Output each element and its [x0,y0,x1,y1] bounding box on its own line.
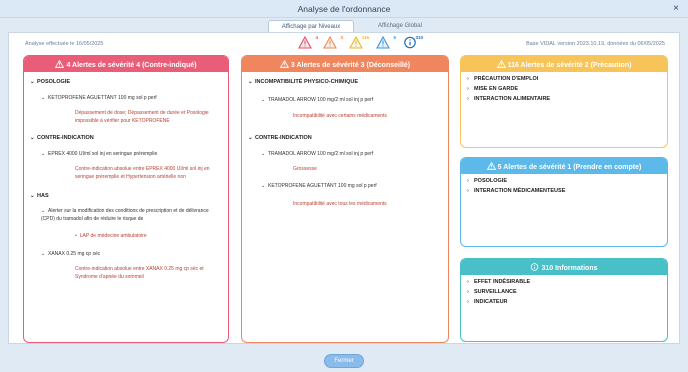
warning-icon [279,59,289,68]
alert-count-badge: 5 [393,35,396,40]
chevron-down-icon: ⌄ [30,135,35,141]
information-title: 310 Informations [541,264,598,272]
chevron-down-icon: ⌄ [41,208,46,214]
chevron-right-icon: › [467,76,469,82]
information-header: 310 Informations [461,259,667,275]
vidal-version: Base VIDAL version 2023.10.19, données d… [526,41,665,47]
item-effet-indesirable[interactable]: › EFFET INDÉSIRABLE [467,279,530,285]
drug-tramadol-2[interactable]: ⌄ TRAMADOL ARROW 100 mg/2 ml sol inj p pe… [261,151,373,157]
warning-icon-blue[interactable]: 5 [376,35,396,49]
severity-1-header: 5 Alertes de sévérité 1 (Prendre en comp… [461,158,667,174]
section-contre-indication-2[interactable]: ⌄ CONTRE-INDICATION [248,135,312,141]
title-bar: Analyse de l'ordonnance × [0,0,688,18]
severity-4-header: 4 Alertes de sévérité 4 (Contre-indiqué) [24,56,228,72]
chevron-down-icon: ⌄ [248,79,253,85]
alert-tramadol-incompat: Incompatibilité avec certains médicament… [293,113,387,119]
severity-1-panel: 5 Alertes de sévérité 1 (Prendre en comp… [460,157,668,247]
close-icon[interactable]: × [673,3,679,14]
item-indicateur[interactable]: › INDICATEUR [467,299,508,305]
info-icon [531,262,539,271]
severity-4-title: 4 Alertes de sévérité 4 (Contre-indiqué) [66,61,197,69]
severity-2-title: 116 Alertes de sévérité 2 (Précaution) [507,61,632,69]
section-has[interactable]: ⌄ HAS [30,193,49,199]
chevron-right-icon: › [467,86,469,92]
chevron-down-icon: ⌄ [248,135,253,141]
alert-count-badge: 310 [415,35,423,40]
close-button[interactable]: Fermer [324,354,364,368]
item-interaction-alimentaire[interactable]: › INTERACTION ALIMENTAIRE [467,96,550,102]
lap-ambulatoire[interactable]: LAP de médecine ambulatoire [75,233,147,239]
severity-1-title: 5 Alertes de sévérité 1 (Prendre en comp… [497,163,642,171]
alert-count-badge: 116 [361,35,369,40]
item-posologie[interactable]: › POSOLOGIE [467,178,507,184]
chevron-right-icon: › [467,188,469,194]
window-title: Analyse de l'ordonnance [297,4,391,14]
severity-2-panel: 116 Alertes de sévérité 2 (Précaution) ›… [460,55,668,148]
severity-3-title: 3 Alertes de sévérité 3 (Déconseillé) [290,61,411,69]
chevron-down-icon: ⌄ [261,151,266,157]
has-tramadol-cpd[interactable]: ⌄ Alerter sur la modification des conditi… [41,208,221,223]
chevron-right-icon: › [467,299,469,305]
drug-ketoprofene-p2[interactable]: ⌄ KETOPROFENE AGUETTANT 100 mg sol p perf [261,183,377,189]
chevron-down-icon: ⌄ [261,97,266,103]
warning-icon-red[interactable]: 4 [298,35,318,49]
item-surveillance[interactable]: › SURVEILLANCE [467,289,517,295]
alert-grossesse: Grossesse [293,166,317,172]
warning-icon [496,59,506,68]
alert-count-badge: 4 [315,35,318,40]
warning-icon-orange[interactable]: 3 [323,35,343,49]
drug-ketoprofene-p1[interactable]: ⌄ KETOPROFENE AGUETTANT 100 mg sol p perf [41,95,157,101]
item-precaution[interactable]: › PRÉCAUTION D'EMPLOI [467,76,538,82]
alert-eprex: Contre-indication absolue entre EPREX 40… [75,166,210,180]
chevron-down-icon: ⌄ [30,79,35,85]
chevron-down-icon: ⌄ [261,183,266,189]
item-mise-en-garde[interactable]: › MISE EN GARDE [467,86,518,92]
drug-xanax[interactable]: ⌄ XANAX 0.25 mg cp séc [41,251,100,257]
analysis-content: Analyse effectuée le 16/05/2025 Base VID… [8,32,680,344]
alert-ketoprofene-incompat: Incompatibilité avec tous les médicament… [293,201,387,207]
item-interaction-medicamenteuse[interactable]: › INTERACTION MÉDICAMENTEUSE [467,188,565,194]
chevron-down-icon: ⌄ [41,151,46,157]
information-panel: 310 Informations › EFFET INDÉSIRABLE › SUR… [460,258,668,342]
chevron-right-icon: › [467,178,469,184]
chevron-down-icon: ⌄ [41,95,46,101]
severity-3-panel: 3 Alertes de sévérité 3 (Déconseillé) ⌄ I… [241,55,449,343]
section-posologie[interactable]: ⌄ POSOLOGIE [30,79,70,85]
warning-icon-yellow[interactable]: 116 [349,35,369,49]
warning-icon [55,59,65,68]
chevron-down-icon: ⌄ [41,251,46,257]
warning-icon [486,161,496,170]
severity-2-header: 116 Alertes de sévérité 2 (Précaution) [461,56,667,72]
severity-4-panel: 4 Alertes de sévérité 4 (Contre-indiqué)… [23,55,229,343]
drug-tramadol-1[interactable]: ⌄ TRAMADOL ARROW 100 mg/2 ml sol inj p pe… [261,97,373,103]
alert-xanax: Contre-indication absolue entre XANAX 0.… [75,266,204,280]
alert-ketoprofene-dose: Dépassement de dose; Dépassement de duré… [75,110,209,124]
drug-eprex[interactable]: ⌄ EPREX 4000 UI/ml sol inj en seringue pr… [41,151,157,157]
severity-3-header: 3 Alertes de sévérité 3 (Déconseillé) [242,56,448,72]
chevron-down-icon: ⌄ [30,193,35,199]
alert-count-badge: 3 [340,35,343,40]
analysis-date: Analyse effectuée le 16/05/2025 [25,41,104,47]
chevron-right-icon: › [467,289,469,295]
info-icon[interactable]: 310 [403,35,423,49]
section-contre-indication[interactable]: ⌄ CONTRE-INDICATION [30,135,94,141]
chevron-right-icon: › [467,96,469,102]
section-incompatibilite[interactable]: ⌄ INCOMPATIBILITÉ PHYSICO-CHIMIQUE [248,79,358,85]
chevron-right-icon: › [467,279,469,285]
